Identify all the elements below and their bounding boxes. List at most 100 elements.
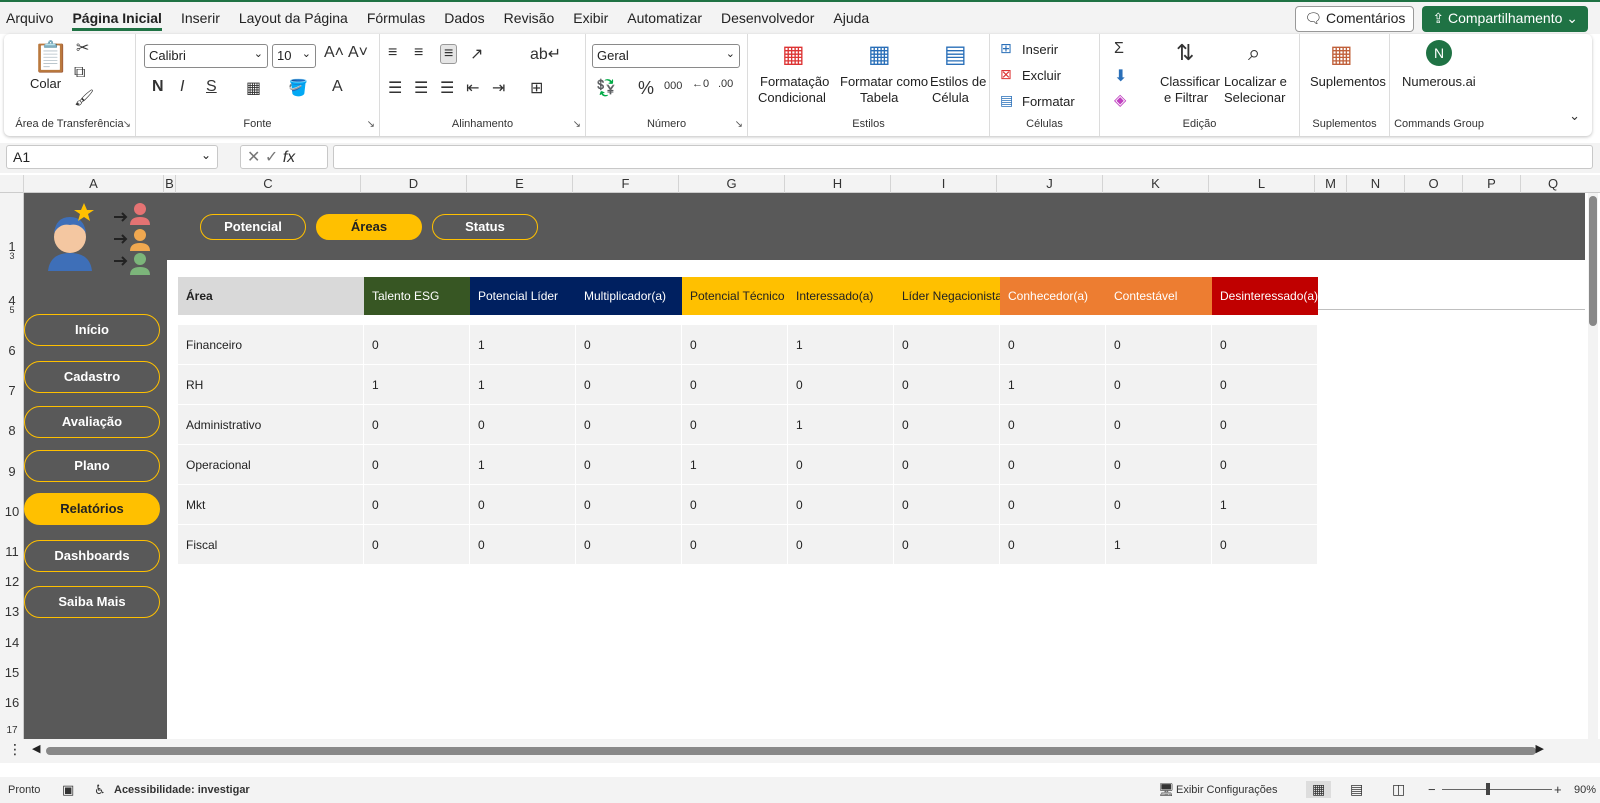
- tab-exibir[interactable]: Exibir: [573, 6, 608, 30]
- page-layout-icon[interactable]: ▤: [1350, 781, 1363, 798]
- fill-icon[interactable]: ⬇: [1114, 66, 1127, 86]
- value-cell[interactable]: 0: [682, 405, 788, 445]
- numerous-ai-icon[interactable]: N: [1426, 40, 1452, 66]
- area-cell[interactable]: Mkt: [178, 485, 364, 525]
- value-cell[interactable]: 0: [1106, 445, 1212, 485]
- header-cell[interactable]: Contestável: [1106, 277, 1212, 315]
- value-cell[interactable]: 0: [894, 405, 1000, 445]
- grow-font-icon[interactable]: A˄: [324, 44, 344, 62]
- numerous-ai-button[interactable]: Numerous.ai: [1402, 74, 1476, 89]
- value-cell[interactable]: 1: [470, 445, 576, 485]
- value-cell[interactable]: 0: [1106, 325, 1212, 365]
- tab-desenvolvedor[interactable]: Desenvolvedor: [721, 6, 814, 30]
- col-header-i[interactable]: I: [891, 175, 997, 193]
- value-cell[interactable]: 0: [788, 445, 894, 485]
- header-cell[interactable]: Potencial Líder: [470, 277, 576, 315]
- tab-inserir[interactable]: Inserir: [181, 6, 220, 30]
- row-header[interactable]: 11: [0, 544, 24, 559]
- normal-view-icon[interactable]: ▦: [1306, 781, 1332, 798]
- nav-dashboards-button[interactable]: Dashboards: [24, 540, 160, 572]
- area-cell[interactable]: Financeiro: [178, 325, 364, 365]
- currency-icon[interactable]: 💱: [596, 78, 616, 98]
- horizontal-scrollbar[interactable]: [46, 747, 1536, 755]
- insert-cells-button[interactable]: Inserir: [1022, 42, 1058, 57]
- row-header[interactable]: 16: [0, 695, 24, 710]
- row-header[interactable]: 10: [0, 504, 24, 519]
- value-cell[interactable]: 0: [1212, 525, 1318, 565]
- zoom-slider-thumb[interactable]: [1486, 783, 1490, 795]
- sheet-area[interactable]: Início Cadastro Avaliação Plano Relatóri…: [24, 193, 1585, 749]
- tab-arquivo[interactable]: Arquivo: [6, 6, 53, 30]
- thousands-icon[interactable]: 000: [664, 80, 682, 92]
- align-middle-icon[interactable]: ≡: [414, 44, 423, 62]
- value-cell[interactable]: 0: [364, 325, 470, 365]
- value-cell[interactable]: 0: [788, 525, 894, 565]
- macro-record-icon[interactable]: ▣: [62, 782, 74, 798]
- share-button[interactable]: ⇪ Compartilhamento ⌄: [1422, 6, 1588, 32]
- value-cell[interactable]: 0: [470, 485, 576, 525]
- nav-saiba-mais-button[interactable]: Saiba Mais: [24, 586, 160, 618]
- header-cell[interactable]: Líder Negacionista: [894, 277, 1000, 315]
- clear-icon[interactable]: ◈: [1114, 90, 1126, 110]
- col-header-p[interactable]: P: [1463, 175, 1521, 193]
- format-table-button[interactable]: Formatar como: [840, 74, 928, 89]
- value-cell[interactable]: 1: [364, 365, 470, 405]
- borders-icon[interactable]: ▦: [246, 78, 261, 98]
- decrease-decimal-icon[interactable]: .00: [718, 78, 733, 90]
- sort-filter-button[interactable]: Classificar: [1160, 74, 1220, 89]
- font-name-select[interactable]: Calibri ⌄: [144, 44, 268, 68]
- col-header-n[interactable]: N: [1347, 175, 1405, 193]
- orientation-icon[interactable]: ↗: [470, 44, 483, 64]
- area-cell[interactable]: Fiscal: [178, 525, 364, 565]
- col-header-f[interactable]: F: [573, 175, 679, 193]
- sort-filter-button-line2[interactable]: e Filtrar: [1164, 90, 1208, 105]
- value-cell[interactable]: 0: [682, 325, 788, 365]
- value-cell[interactable]: 0: [576, 325, 682, 365]
- value-cell[interactable]: 0: [470, 525, 576, 565]
- nav-potencial-button[interactable]: Potencial: [200, 214, 306, 240]
- col-header-c[interactable]: C: [176, 175, 361, 193]
- fill-color-icon[interactable]: 🪣: [288, 78, 308, 98]
- col-header-g[interactable]: G: [679, 175, 785, 193]
- value-cell[interactable]: 0: [1106, 405, 1212, 445]
- vertical-scrollbar[interactable]: [1588, 193, 1598, 739]
- cancel-icon[interactable]: ✕: [247, 149, 260, 166]
- value-cell[interactable]: 0: [576, 365, 682, 405]
- comments-button[interactable]: 🗨 Comentários: [1295, 6, 1415, 32]
- nav-plano-button[interactable]: Plano: [24, 450, 160, 482]
- value-cell[interactable]: 0: [894, 525, 1000, 565]
- shrink-font-icon[interactable]: A˅: [348, 44, 368, 62]
- format-painter-icon[interactable]: 🖌: [74, 88, 94, 108]
- header-cell[interactable]: Multiplicador(a): [576, 277, 682, 315]
- ribbon-collapse-icon[interactable]: ⌄: [1569, 108, 1580, 124]
- value-cell[interactable]: 0: [682, 365, 788, 405]
- header-cell[interactable]: Interessado(a): [788, 277, 894, 315]
- autosum-icon[interactable]: Σ: [1114, 40, 1124, 58]
- underline-icon[interactable]: S: [206, 78, 217, 96]
- value-cell[interactable]: 1: [1106, 525, 1212, 565]
- value-cell[interactable]: 0: [1212, 405, 1318, 445]
- value-cell[interactable]: 0: [894, 365, 1000, 405]
- conditional-format-button[interactable]: Formatação: [760, 74, 829, 89]
- col-header-a[interactable]: A: [24, 175, 164, 193]
- value-cell[interactable]: 0: [894, 445, 1000, 485]
- launcher-icon[interactable]: ↘: [123, 119, 131, 130]
- value-cell[interactable]: 1: [1000, 365, 1106, 405]
- italic-icon[interactable]: I: [180, 78, 184, 96]
- row-header[interactable]: 14: [0, 635, 24, 650]
- launcher-icon[interactable]: ↘: [367, 119, 375, 130]
- cell-styles-button-line2[interactable]: Célula: [932, 90, 969, 105]
- col-header-b[interactable]: B: [164, 175, 176, 193]
- value-cell[interactable]: 0: [576, 445, 682, 485]
- accessibility-icon[interactable]: ♿: [94, 782, 106, 798]
- tab-automatizar[interactable]: Automatizar: [627, 6, 702, 30]
- display-settings-icon[interactable]: 🖥: [1158, 782, 1175, 798]
- align-left-icon[interactable]: ☰: [388, 78, 402, 98]
- increase-indent-icon[interactable]: ⇥: [492, 78, 505, 98]
- confirm-icon[interactable]: ✓: [265, 149, 278, 166]
- row-header[interactable]: 12: [0, 574, 24, 589]
- value-cell[interactable]: 0: [576, 405, 682, 445]
- value-cell[interactable]: 0: [576, 485, 682, 525]
- header-cell[interactable]: Potencial Técnico: [682, 277, 788, 315]
- accessibility-status[interactable]: Acessibilidade: investigar: [114, 784, 250, 796]
